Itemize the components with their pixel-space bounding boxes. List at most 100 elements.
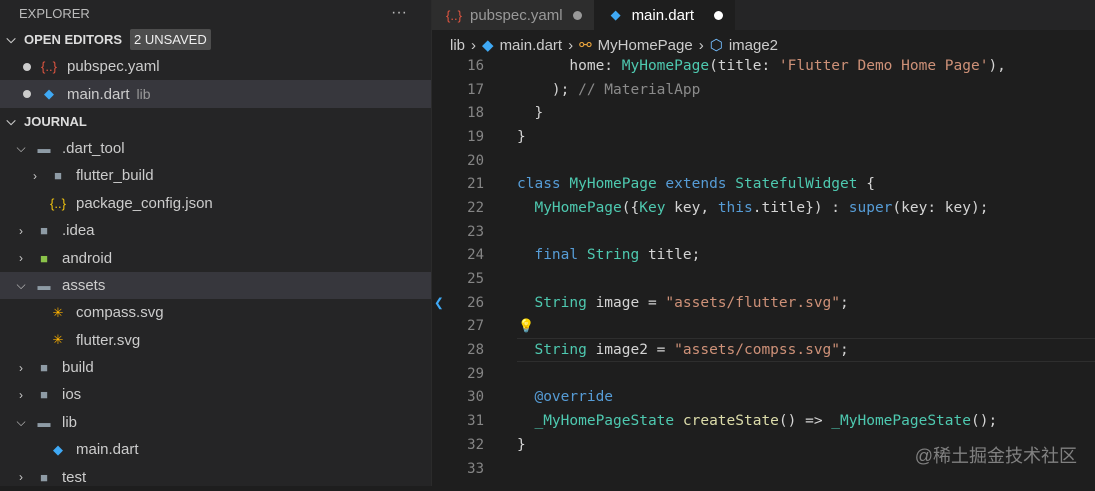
code-token: String [586,247,648,264]
code-editor[interactable]: 16 home: MyHomePage (title: 'Flutter Demo… [432,54,1095,480]
dart-icon: ◆ [482,37,494,54]
unsaved-dot-icon[interactable] [714,10,724,20]
code-line[interactable]: 23 [432,220,1095,244]
breadcrumb-class[interactable]: MyHomePage [598,37,693,54]
code-token: } [517,105,544,122]
tree-item[interactable]: ⌵ ▬ lib [0,409,431,436]
tree-item[interactable]: ✳ flutter.svg [0,327,431,354]
lightbulb-icon[interactable]: 💡 [518,319,534,334]
line-number: 32 [467,436,484,453]
more-actions-icon[interactable]: ··· [391,4,407,22]
code-token: class [517,176,570,193]
unsaved-dot-icon[interactable] [572,10,582,20]
tree-item-label: compass.svg [76,304,164,322]
breadcrumb-lib[interactable]: lib [450,37,465,54]
dart-icon: ◆ [610,7,621,22]
chevron-icon[interactable]: › [14,470,28,484]
folder-icon: ■ [54,168,62,184]
code-line[interactable]: ❮ 26 String image = "assets/flutter.svg"; [432,291,1095,315]
code-line[interactable]: 30 @override [432,386,1095,410]
code-line[interactable]: 24 final String title; [432,244,1095,268]
tree-item[interactable]: › ■ android [0,244,431,271]
yaml-icon: {..} [446,7,462,23]
tree-item[interactable]: ✳ compass.svg [0,299,431,326]
tree-item[interactable]: › ■ flutter_build [0,162,431,189]
code-line[interactable]: 28 String image2 = "assets/compss.svg"; [432,338,1095,362]
explorer-sidebar: EXPLORER ··· ⌵ OPEN EDITORS 2 UNSAVED {..} p… [0,0,432,486]
folder-icon: ■ [40,387,48,403]
explorer-title: EXPLORER [19,5,90,21]
code-line[interactable]: 17 ); // MaterialApp [432,78,1095,102]
tree-item[interactable]: {..} package_config.json [0,190,431,217]
line-number: 20 [467,152,484,169]
tree-item[interactable]: ◆ main.dart [0,436,431,463]
chevron-icon[interactable]: › [14,361,28,375]
line-number: 22 [467,199,484,216]
code-line[interactable]: 22 MyHomePage({Key key, this .title}) : s… [432,196,1095,220]
code-line[interactable]: 29 [432,362,1095,386]
line-number: 19 [467,128,484,145]
chevron-icon[interactable]: › [14,251,28,265]
file-name: pubspec.yaml [67,58,160,76]
open-editor-pubspec[interactable]: {..} pubspec.yaml [0,53,431,80]
code-line[interactable]: 19} [432,125,1095,149]
code-token: (key: key); [892,199,989,216]
tree-item[interactable]: ⌵ ▬ .dart_tool [0,135,431,162]
open-editor-main-dart[interactable]: ◆ main.dart lib [0,80,431,108]
code-token: MyHomePage [517,199,622,216]
tree-item-label: package_config.json [76,194,213,212]
open-editors-section[interactable]: ⌵ OPEN EDITORS 2 UNSAVED [0,26,431,53]
tree-item-label: .dart_tool [62,139,125,157]
line-number: 23 [467,223,484,240]
line-number: 25 [467,271,484,288]
open-editors-label: OPEN EDITORS [24,32,123,47]
code-line[interactable]: 💡 27 [432,315,1095,339]
breadcrumb-field[interactable]: image2 [729,37,778,54]
code-line[interactable]: 16 home: MyHomePage (title: 'Flutter Demo… [432,54,1095,78]
code-line[interactable]: 31 _MyHomePageState createState() => _My… [432,409,1095,433]
line-number: 31 [467,413,484,430]
tree-item[interactable]: ⌵ ▬ assets [0,271,431,300]
breadcrumb-file[interactable]: main.dart [500,37,563,54]
code-line[interactable]: 21 class MyHomePage extends StatefulWidge… [432,172,1095,196]
chevron-icon[interactable]: ⌵ [14,141,28,156]
chevron-icon[interactable]: ⌵ [14,415,28,430]
tree-item[interactable]: › ■ ios [0,381,431,408]
chevron-icon[interactable]: ⌵ [14,278,28,293]
code-token: Key [639,199,675,216]
chevron-icon[interactable]: › [14,224,28,238]
tree-item[interactable]: › ■ test [0,463,431,490]
dart-icon: ◆ [53,441,63,457]
project-section[interactable]: ⌵ JOURNAL [0,108,431,135]
flutter-gutter-icon[interactable]: ❮ [434,293,444,312]
line-number: 30 [467,389,484,406]
tab-label: main.dart [631,6,695,24]
tree-item-label: android [62,249,113,267]
chevron-icon[interactable]: › [14,388,28,402]
tree-item[interactable]: › ■ build [0,354,431,381]
current-line-highlight [517,338,1095,362]
code-token: home: [517,57,622,74]
chevron-icon[interactable]: › [28,169,42,183]
code-line[interactable]: 20 [432,149,1095,173]
code-token: } [517,436,526,453]
tab-label: pubspec.yaml [470,6,563,24]
code-token: } [517,128,526,145]
line-number: 24 [467,247,484,264]
tree-item[interactable]: › ■ .idea [0,217,431,244]
code-line[interactable]: 25 [432,267,1095,291]
line-number: 29 [467,365,484,382]
code-token: extends [665,176,736,193]
svg-icon: ✳ [52,304,64,320]
tab-pubspec-yaml[interactable]: {..} pubspec.yaml [432,0,594,30]
yaml-icon: {..} [41,59,57,75]
tab-main-dart[interactable]: ◆ main.dart [593,0,736,30]
code-token: _MyHomePageState [831,413,971,430]
line-number: 21 [467,176,484,193]
code-line[interactable]: 18 } [432,101,1095,125]
watermark: @稀土掘金技术社区 [914,446,1077,466]
tree-item-label: ios [62,386,82,404]
dart-icon: ◆ [44,86,54,102]
json-icon: {..} [50,195,66,211]
line-number: 16 [467,57,484,74]
